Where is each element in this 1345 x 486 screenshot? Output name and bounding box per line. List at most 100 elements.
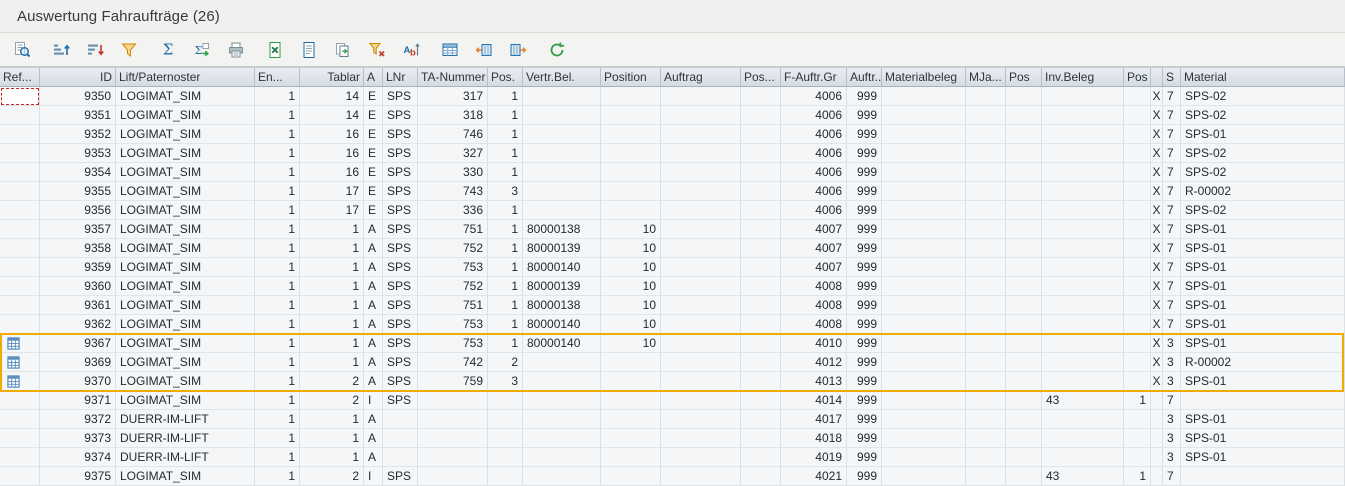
cell-vertr_bel[interactable] [523,182,601,201]
cell-flag[interactable]: X [1151,277,1163,296]
cell-ta_nummer[interactable]: 752 [418,277,488,296]
cell-pos4[interactable] [1124,201,1151,220]
table-row-9371[interactable]: 9371LOGIMAT_SIM12ISPS40149994317 [0,391,1345,410]
cell-pos4[interactable] [1124,353,1151,372]
cell-auftr[interactable]: 999 [847,220,882,239]
column-header-s[interactable]: S [1163,68,1181,87]
cell-inv_beleg[interactable] [1042,353,1124,372]
cell-a[interactable]: A [364,220,383,239]
cell-auftr[interactable]: 999 [847,429,882,448]
cell-materialbeleg[interactable] [882,372,966,391]
cell-materialbeleg[interactable] [882,125,966,144]
cell-mja[interactable] [966,448,1006,467]
cell-ref[interactable] [0,258,40,277]
cell-pos4[interactable] [1124,334,1151,353]
cell-materialbeleg[interactable] [882,277,966,296]
cell-f_auftr_gr[interactable]: 4006 [781,125,847,144]
cell-auftr[interactable]: 999 [847,106,882,125]
cell-position[interactable] [601,448,661,467]
cell-f_auftr_gr[interactable]: 4013 [781,372,847,391]
cell-ref[interactable] [0,239,40,258]
cell-material[interactable]: SPS-01 [1181,125,1345,144]
total-button[interactable]: Σ [154,37,181,63]
cell-ta_nummer[interactable]: 759 [418,372,488,391]
column-header-lnr[interactable]: LNr [383,68,418,87]
cell-lift[interactable]: DUERR-IM-LIFT [116,410,255,429]
cell-lnr[interactable]: SPS [383,87,418,106]
cell-auftrag[interactable] [661,144,741,163]
abc-analysis-button[interactable]: Ab [397,37,424,63]
cell-material[interactable]: R-00002 [1181,182,1345,201]
cell-pos3[interactable] [1006,391,1042,410]
cell-ref[interactable] [0,429,40,448]
cell-inv_beleg[interactable] [1042,429,1124,448]
cell-f_auftr_gr[interactable]: 4008 [781,315,847,334]
cell-vertr_bel[interactable]: 80000138 [523,296,601,315]
cell-auftr[interactable]: 999 [847,296,882,315]
export-word-button[interactable] [295,37,322,63]
cell-vertr_bel[interactable] [523,467,601,486]
cell-inv_beleg[interactable] [1042,144,1124,163]
cell-inv_beleg[interactable] [1042,182,1124,201]
cell-pos4[interactable]: 1 [1124,467,1151,486]
cell-lift[interactable]: LOGIMAT_SIM [116,391,255,410]
cell-auftr[interactable]: 999 [847,277,882,296]
cell-materialbeleg[interactable] [882,106,966,125]
cell-id[interactable]: 9360 [40,277,116,296]
cell-material[interactable]: SPS-01 [1181,258,1345,277]
cell-material[interactable] [1181,391,1345,410]
cell-tablar[interactable]: 1 [300,277,364,296]
cell-a[interactable]: A [364,239,383,258]
cell-id[interactable]: 9369 [40,353,116,372]
cell-lnr[interactable]: SPS [383,334,418,353]
cell-a[interactable]: A [364,448,383,467]
cell-en[interactable]: 1 [255,315,300,334]
cell-ref[interactable] [0,220,40,239]
cell-position[interactable]: 10 [601,239,661,258]
cell-id[interactable]: 9373 [40,429,116,448]
cell-auftr[interactable]: 999 [847,201,882,220]
cell-f_auftr_gr[interactable]: 4006 [781,182,847,201]
cell-materialbeleg[interactable] [882,296,966,315]
cell-lift[interactable]: LOGIMAT_SIM [116,277,255,296]
cell-pos2[interactable] [741,410,781,429]
cell-tablar[interactable]: 17 [300,201,364,220]
cell-mja[interactable] [966,296,1006,315]
cell-pos3[interactable] [1006,182,1042,201]
cell-lnr[interactable]: SPS [383,144,418,163]
cell-lift[interactable]: LOGIMAT_SIM [116,182,255,201]
cell-pos1[interactable] [488,467,523,486]
cell-ref[interactable] [0,163,40,182]
cell-position[interactable] [601,106,661,125]
table-row-9355[interactable]: 9355LOGIMAT_SIM117ESPS74334006999X7R-000… [0,182,1345,201]
table-row-9357[interactable]: 9357LOGIMAT_SIM11ASPS7511800001381040079… [0,220,1345,239]
cell-ref[interactable] [0,372,40,391]
cell-position[interactable] [601,391,661,410]
cell-pos2[interactable] [741,258,781,277]
cell-a[interactable]: I [364,391,383,410]
column-header-vertr_bel[interactable]: Vertr.Bel. [523,68,601,87]
cell-ta_nummer[interactable]: 743 [418,182,488,201]
cell-auftr[interactable]: 999 [847,334,882,353]
cell-pos1[interactable]: 1 [488,239,523,258]
cell-pos4[interactable] [1124,239,1151,258]
cell-s[interactable]: 7 [1163,391,1181,410]
cell-materialbeleg[interactable] [882,334,966,353]
cell-position[interactable] [601,163,661,182]
cell-lnr[interactable]: SPS [383,125,418,144]
cell-pos3[interactable] [1006,201,1042,220]
cell-flag[interactable]: X [1151,201,1163,220]
cell-mja[interactable] [966,429,1006,448]
cell-vertr_bel[interactable] [523,353,601,372]
cell-pos3[interactable] [1006,315,1042,334]
pivot-right-button[interactable] [504,37,531,63]
cell-materialbeleg[interactable] [882,201,966,220]
cell-auftr[interactable]: 999 [847,410,882,429]
cell-lnr[interactable]: SPS [383,296,418,315]
cell-ref-selection-cursor[interactable] [0,87,40,106]
cell-pos3[interactable] [1006,125,1042,144]
cell-mja[interactable] [966,220,1006,239]
cell-vertr_bel[interactable]: 80000139 [523,277,601,296]
cell-ta_nummer[interactable]: 336 [418,201,488,220]
cell-id[interactable]: 9358 [40,239,116,258]
